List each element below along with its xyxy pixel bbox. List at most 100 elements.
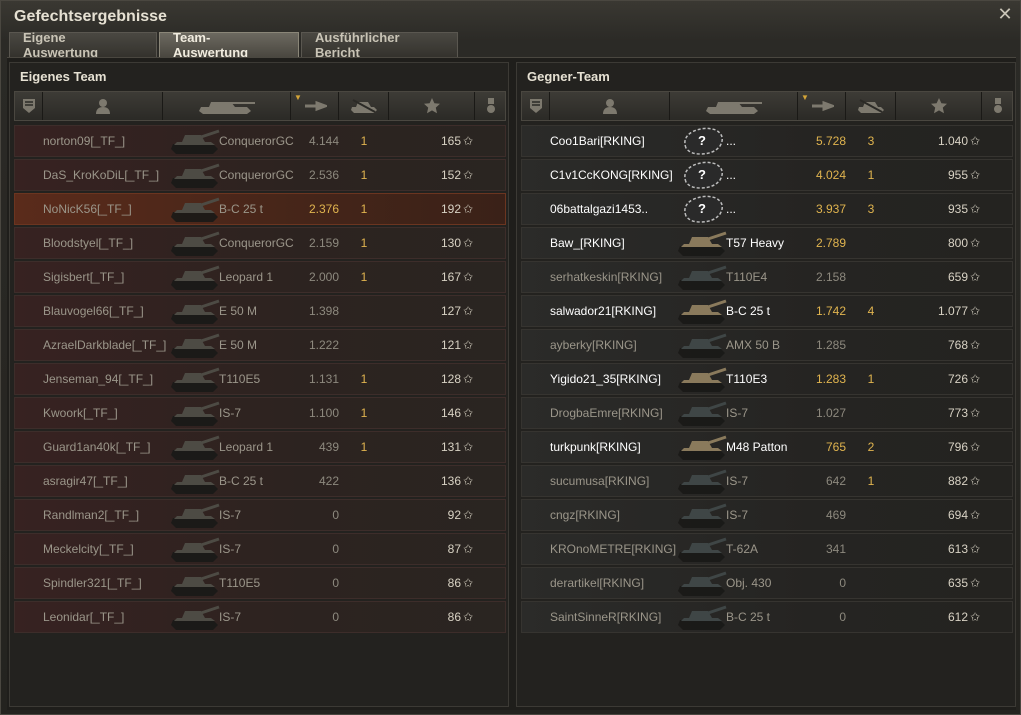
xp-star-icon: ✩ [969,168,981,182]
player-row[interactable]: derartikel[RKING] Obj. 430 0 635 ✩ [521,567,1013,599]
xp-column-header[interactable] [896,92,982,120]
kills-column-header[interactable] [846,92,896,120]
xp-value: 87 [447,542,461,556]
xp-value: 167 [440,270,461,284]
xp-value: 955 [947,168,968,182]
enemy-team-list: Coo1Bari[RKING]?... 5.728 3 1.040 ✩ C1v1CcKON… [521,125,1013,635]
player-row[interactable]: Sigisbert[_TF_] Leopard 1 2.000 1 167 ✩ [14,261,506,293]
xp-value: 152 [440,168,461,182]
xp-value: 192 [440,202,461,216]
player-row[interactable]: salwador21[RKING] B-C 25 t 1.742 4 1.077 ✩ [521,295,1013,327]
player-name: asragir47[_TF_] [43,474,128,488]
vehicle-name: B-C 25 t [219,202,264,216]
damage-column-header[interactable]: ▼ [798,92,846,120]
player-row[interactable]: Blauvogel66[_TF_] E 50 M 1.398 127 ✩ [14,295,506,327]
medal-column-header[interactable] [475,92,507,120]
close-icon[interactable]: ✕ [996,5,1014,23]
player-row[interactable]: DrogbaEmre[RKING] IS-7 1.027 773 ✩ [521,397,1013,429]
kills-value [846,602,896,632]
kills-value: 4 [867,304,875,318]
vehicle-column-header[interactable] [670,92,798,120]
xp-value: 1.077 [937,304,968,318]
badge-column-header[interactable] [522,92,550,120]
damage-value: 469 [825,508,846,522]
kills-value: 2 [867,440,875,454]
vehicle-icon [165,534,227,564]
player-row[interactable]: 06battalgazi1453..?... 3.937 3 935 ✩ [521,193,1013,225]
player-row[interactable]: Bloodstyel[_TF_] ConquerorGC 2.159 1 130 ✩ [14,227,506,259]
xp-star-icon: ✩ [462,508,474,522]
question-mark-icon: ? [698,167,706,182]
medal-column-header[interactable] [982,92,1014,120]
xp-value: 659 [947,270,968,284]
kills-value: 1 [360,236,368,250]
player-column-header[interactable] [550,92,670,120]
vehicle-name: IS-7 [219,406,242,420]
player-row[interactable]: Jenseman_94[_TF_] T110E5 1.131 1 128 ✩ [14,363,506,395]
xp-column-header[interactable] [389,92,475,120]
player-row[interactable]: Randlman2[_TF_] IS-7 0 92 ✩ [14,499,506,531]
player-row[interactable]: serhatkeskin[RKING] T110E4 2.158 659 ✩ [521,261,1013,293]
player-row[interactable]: Leonidar[_TF_] IS-7 0 86 ✩ [14,601,506,633]
player-row[interactable]: NoNicK56[_TF_] B-C 25 t 2.376 1 192 ✩ [14,193,506,225]
player-row[interactable]: sucumusa[RKING] IS-7 642 1 882 ✩ [521,465,1013,497]
vehicle-name: IS-7 [219,508,242,522]
xp-star-icon: ✩ [462,576,474,590]
xp-star-icon: ✩ [462,236,474,250]
kills-value: 3 [867,202,875,216]
vehicle-name: T110E5 [219,576,261,590]
damage-value: 2.159 [308,236,339,250]
damage-value: 0 [839,610,846,624]
player-row[interactable]: AzraelDarkblade[_TF_] E 50 M 1.222 121 ✩ [14,329,506,361]
vehicle-name: AMX 50 B [726,338,781,352]
kills-value: 1 [867,168,875,182]
badge-column-header[interactable] [15,92,43,120]
player-row[interactable]: Meckelcity[_TF_] IS-7 0 87 ✩ [14,533,506,565]
player-row[interactable]: Guard1an40k[_TF_] Leopard 1 439 1 131 ✩ [14,431,506,463]
damage-column-header[interactable]: ▼ [291,92,339,120]
player-name: Bloodstyel[_TF_] [43,236,134,250]
player-row[interactable]: SaintSinneR[RKING] B-C 25 t 0 612 ✩ [521,601,1013,633]
vehicle-name: IS-7 [726,474,749,488]
player-name: Jenseman_94[_TF_] [43,372,154,386]
player-row[interactable]: Kwoork[_TF_] IS-7 1.100 1 146 ✩ [14,397,506,429]
player-row[interactable]: Spindler321[_TF_] T110E5 0 86 ✩ [14,567,506,599]
tab-eigene-auswertung[interactable]: Eigene Auswertung [9,30,157,60]
player-row[interactable]: C1v1CcKONG[RKING]?... 4.024 1 955 ✩ [521,159,1013,191]
xp-value: 127 [440,304,461,318]
tab-team-auswertung[interactable]: Team-Auswertung [159,30,299,60]
xp-star-icon: ✩ [462,202,474,216]
player-name: DaS_KroKoDiL[_TF_] [43,168,160,182]
kills-column-header[interactable] [339,92,389,120]
vehicle-icon [672,330,734,360]
player-row[interactable]: Baw_[RKING] T57 Heavy 2.789 800 ✩ [521,227,1013,259]
xp-star-icon: ✩ [462,270,474,284]
vehicle-icon [672,296,734,326]
player-row[interactable]: norton09[_TF_] ConquerorGC 4.144 1 165 ✩ [14,125,506,157]
vehicle-name: B-C 25 t [219,474,264,488]
vehicle-name: ... [726,134,737,148]
xp-value: 796 [947,440,968,454]
player-row[interactable]: Yigido21_35[RKING] T110E3 1.283 1 726 ✩ [521,363,1013,395]
kills-value: 1 [360,372,368,386]
vehicle-icon [165,126,227,156]
player-name: SaintSinneR[RKING] [550,610,662,624]
vehicle-column-header[interactable] [163,92,291,120]
player-row[interactable]: Coo1Bari[RKING]?... 5.728 3 1.040 ✩ [521,125,1013,157]
kills-icon [856,99,886,113]
player-row[interactable]: KROnoMETRE[RKING] T-62A 341 613 ✩ [521,533,1013,565]
player-row[interactable]: ayberky[RKING] AMX 50 B 1.285 768 ✩ [521,329,1013,361]
kills-value: 1 [867,474,875,488]
xp-star-icon: ✩ [969,338,981,352]
player-row[interactable]: asragir47[_TF_] B-C 25 t 422 136 ✩ [14,465,506,497]
player-row[interactable]: DaS_KroKoDiL[_TF_] ConquerorGC 2.536 1 152 ✩ [14,159,506,191]
vehicle-icon [165,296,227,326]
player-row[interactable]: cngz[RKING] IS-7 469 694 ✩ [521,499,1013,531]
player-column-header[interactable] [43,92,163,120]
player-row[interactable]: turkpunk[RKING] M48 Patton 765 2 796 ✩ [521,431,1013,463]
vehicle-icon [165,398,227,428]
tab-ausfuehrlicher-bericht[interactable]: Ausführlicher Bericht [301,30,458,60]
damage-value: 4.144 [308,134,339,148]
xp-value: 165 [440,134,461,148]
damage-icon [810,99,834,113]
